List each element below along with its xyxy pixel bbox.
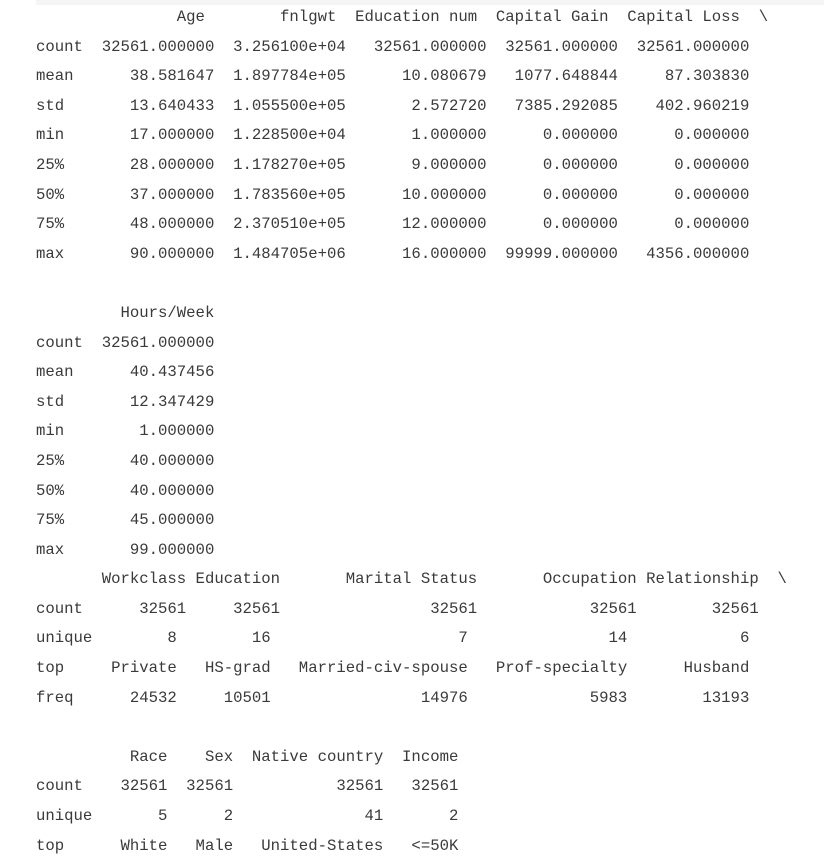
- output-line: max 99.000000: [36, 540, 215, 559]
- output-line: 25% 40.000000: [36, 451, 215, 470]
- output-line: 50% 40.000000: [36, 481, 215, 500]
- output-line: std 12.347429: [36, 392, 215, 411]
- output-line: count 32561 32561 32561 32561: [36, 777, 459, 796]
- output-line: Race Sex Native country Income: [36, 747, 459, 766]
- output-line: 75% 48.000000 2.370510e+05 12.000000 0.0…: [36, 215, 750, 234]
- output-line: 75% 45.000000: [36, 511, 215, 530]
- output-line: 50% 37.000000 1.783560e+05 10.000000 0.0…: [36, 185, 750, 204]
- output-line: unique 5 2 41 2: [36, 807, 459, 826]
- output-line: std 13.640433 1.055500e+05 2.572720 7385…: [36, 96, 750, 115]
- describe-output: Age fnlgwt Education num Capital Gain Ca…: [36, 3, 787, 861]
- output-block-0: Age fnlgwt Education num Capital Gain Ca…: [36, 3, 787, 565]
- output-line: top Private HS-grad Married-civ-spouse P…: [36, 659, 750, 678]
- output-line: min 1.000000: [36, 422, 215, 441]
- output-line: count 32561.000000 3.256100e+04 32561.00…: [36, 37, 750, 56]
- output-line: Workclass Education Marital Status Occup…: [36, 570, 787, 589]
- output-line: freq 24532 10501 14976 5983 13193: [36, 688, 750, 707]
- output-line: Age fnlgwt Education num Capital Gain Ca…: [36, 8, 769, 26]
- output-block-1: Workclass Education Marital Status Occup…: [36, 565, 787, 861]
- output-line: max 90.000000 1.484705e+06 16.000000 999…: [36, 244, 750, 263]
- output-line: mean 40.437456: [36, 363, 215, 382]
- output-line: 25% 28.000000 1.178270e+05 9.000000 0.00…: [36, 155, 750, 174]
- output-line: mean 38.581647 1.897784e+05 10.080679 10…: [36, 67, 750, 86]
- output-line: count 32561 32561 32561 32561 32561: [36, 599, 759, 618]
- output-line: unique 8 16 7 14 6: [36, 629, 750, 648]
- output-line: Hours/Week: [36, 303, 215, 322]
- output-line: count 32561.000000: [36, 333, 215, 352]
- output-line: min 17.000000 1.228500e+04 1.000000 0.00…: [36, 126, 750, 145]
- output-line: top White Male United-States <=50K: [36, 836, 459, 855]
